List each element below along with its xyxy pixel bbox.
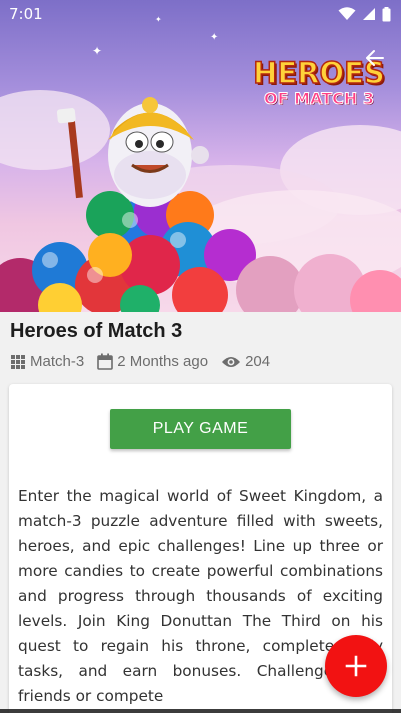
svg-text:✦: ✦ bbox=[210, 32, 218, 43]
game-title: Heroes of Match 3 bbox=[10, 320, 183, 342]
views-meta: 204 bbox=[221, 353, 270, 370]
game-meta: Match-3 2 Months ago 204 bbox=[10, 353, 283, 370]
eye-icon bbox=[222, 356, 241, 367]
wifi-icon bbox=[338, 7, 356, 20]
game-banner: ✦ ✦ ✦ HEROES OF MATCH 3 bbox=[0, 0, 401, 312]
back-button[interactable] bbox=[363, 46, 387, 70]
grid-icon bbox=[11, 354, 25, 369]
play-game-button[interactable]: PLAY GAME bbox=[110, 409, 291, 449]
banner-artwork: ✦ ✦ ✦ bbox=[0, 15, 401, 312]
status-time: 7:01 bbox=[9, 5, 43, 23]
signal-icon bbox=[363, 8, 375, 20]
svg-text:✦: ✦ bbox=[92, 44, 102, 58]
add-fab-button[interactable] bbox=[325, 635, 387, 697]
logo-line-2: OF MATCH 3 bbox=[264, 89, 375, 109]
back-arrow-icon bbox=[366, 50, 384, 66]
status-bar: 7:01 bbox=[0, 0, 401, 28]
status-icons bbox=[338, 6, 391, 22]
views-count: 204 bbox=[245, 353, 271, 370]
battery-icon bbox=[382, 6, 391, 21]
navigation-bar bbox=[0, 709, 401, 713]
calendar-icon bbox=[97, 353, 113, 370]
category-label: Match-3 bbox=[30, 353, 85, 370]
plus-icon bbox=[345, 655, 367, 677]
date-label: 2 Months ago bbox=[117, 353, 209, 370]
date-meta: 2 Months ago bbox=[97, 353, 208, 370]
category-meta: Match-3 bbox=[10, 353, 84, 370]
